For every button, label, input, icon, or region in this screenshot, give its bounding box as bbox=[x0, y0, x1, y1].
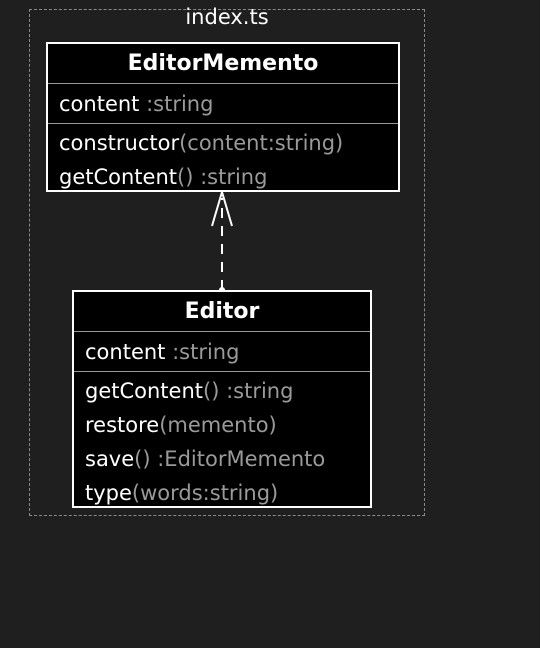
class-editor[interactable]: Editor content :string getContent() :str… bbox=[72, 290, 372, 508]
operation-name: save bbox=[85, 447, 135, 471]
class-name: Editor bbox=[74, 292, 370, 332]
class-editor-memento[interactable]: EditorMemento content :string constructo… bbox=[46, 42, 400, 192]
class-name: EditorMemento bbox=[48, 44, 398, 84]
attributes-section: content :string bbox=[74, 332, 370, 372]
operation-signature: () :string bbox=[203, 379, 294, 403]
operation-row: save() :EditorMemento bbox=[74, 442, 370, 476]
operation-row: restore(memento) bbox=[74, 408, 370, 442]
operation-name: constructor bbox=[59, 131, 180, 155]
attribute-type: :string bbox=[146, 92, 214, 116]
attribute-name: content bbox=[59, 92, 140, 116]
operation-signature: () :string bbox=[177, 165, 268, 189]
attribute-type: :string bbox=[172, 340, 240, 364]
operation-row: constructor(content:string) bbox=[48, 126, 398, 160]
operation-signature: () :EditorMemento bbox=[134, 447, 326, 471]
operation-name: getContent bbox=[59, 165, 178, 189]
operation-row: getContent() :string bbox=[48, 160, 398, 194]
operation-name: type bbox=[85, 481, 132, 505]
attribute-name: content bbox=[85, 340, 166, 364]
operation-name: getContent bbox=[85, 379, 204, 403]
operation-row: type(words:string) bbox=[74, 476, 370, 510]
operation-signature: (words:string) bbox=[131, 481, 279, 505]
operation-signature: (content:string) bbox=[179, 131, 344, 155]
attribute-row: content :string bbox=[48, 87, 398, 121]
operations-section: getContent() :string restore(memento) sa… bbox=[74, 372, 370, 514]
operation-name: restore bbox=[85, 413, 160, 437]
attributes-section: content :string bbox=[48, 84, 398, 124]
attribute-row: content :string bbox=[74, 335, 370, 369]
operation-signature: (memento) bbox=[159, 413, 277, 437]
operation-row: getContent() :string bbox=[74, 374, 370, 408]
operations-section: constructor(content:string) getContent()… bbox=[48, 124, 398, 198]
